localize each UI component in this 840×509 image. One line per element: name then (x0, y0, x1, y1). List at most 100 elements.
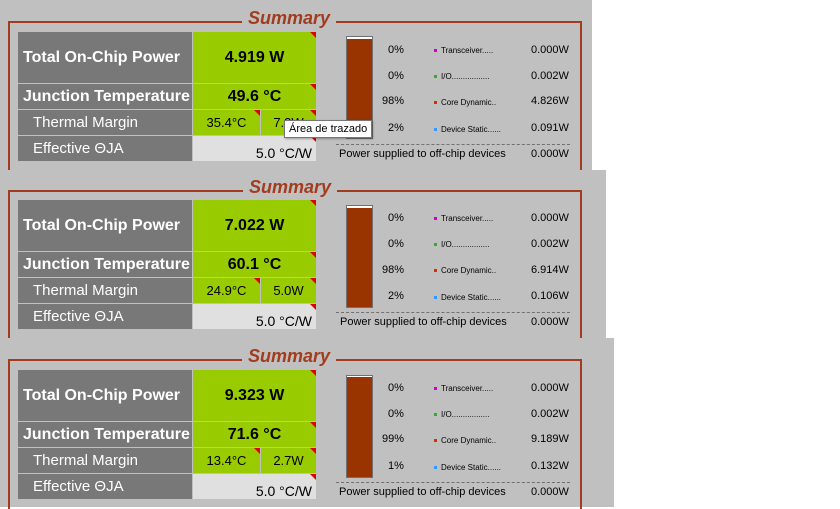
transceiver-legend: Transceiver..... (434, 384, 493, 393)
power-bar-chart[interactable] (346, 375, 373, 478)
divider (336, 312, 570, 313)
core-dynamic-percent: 98% (382, 264, 405, 276)
theta-ja-label: Effective ΘJA (18, 136, 192, 161)
core-dynamic-legend: Core Dynamic.. (434, 266, 496, 275)
core-dynamic-legend: Core Dynamic.. (434, 436, 496, 445)
offchip-label: Power supplied to off-chip devices (340, 316, 507, 328)
thermal-margin-celsius[interactable]: 24.9°C (193, 278, 260, 303)
core-dynamic-legend-label: Core Dynamic.. (441, 436, 497, 445)
core-dynamic-swatch (434, 439, 437, 443)
core-dynamic-percent: 99% (382, 433, 405, 445)
transceiver-percent: 0% (388, 44, 404, 56)
io-legend: I/O................. (434, 240, 489, 249)
thermal-margin-celsius[interactable]: 13.4°C (193, 448, 260, 473)
io-watts: 0.002W (531, 70, 569, 82)
device-static-swatch (434, 466, 437, 470)
total-power-label: Total On-Chip Power (18, 370, 192, 421)
junction-temp-value[interactable]: 49.6 °C (193, 84, 316, 109)
total-power-label: Total On-Chip Power (18, 32, 192, 83)
transceiver-legend-label: Transceiver..... (441, 384, 494, 393)
device-static-legend-label: Device Static...... (441, 463, 502, 472)
thermal-margin-label: Thermal Margin (18, 448, 192, 473)
junction-temp-label: Junction Temperature (18, 422, 192, 447)
theta-ja-value[interactable]: 5.0 °C/W (193, 474, 316, 499)
core-dynamic-swatch (434, 101, 437, 105)
transceiver-legend-label: Transceiver..... (441, 214, 494, 223)
transceiver-swatch (434, 217, 437, 221)
device-static-legend-label: Device Static...... (441, 125, 502, 134)
theta-ja-label: Effective ΘJA (18, 474, 192, 499)
junction-temp-value[interactable]: 60.1 °C (193, 252, 316, 277)
total-power-value[interactable]: 4.919 W (193, 32, 316, 83)
junction-temp-value[interactable]: 71.6 °C (193, 422, 316, 447)
transceiver-watts: 0.000W (531, 212, 569, 224)
thermal-margin-label: Thermal Margin (18, 110, 192, 135)
thermal-margin-watts[interactable]: 2.7W (261, 448, 316, 473)
panel-title: Summary (242, 347, 337, 365)
core-dynamic-legend-label: Core Dynamic.. (441, 266, 497, 275)
io-percent: 0% (388, 408, 404, 420)
transceiver-swatch (434, 387, 437, 391)
summary-panel-3: Summary Total On-Chip Power 9.323 W Junc… (0, 338, 614, 509)
io-percent: 0% (388, 70, 404, 82)
io-legend: I/O................. (434, 72, 489, 81)
device-static-percent: 2% (388, 290, 404, 302)
core-dynamic-legend-label: Core Dynamic.. (441, 98, 497, 107)
io-watts: 0.002W (531, 408, 569, 420)
core-dynamic-percent: 98% (382, 95, 405, 107)
summary-panel-1: Summary Total On-Chip Power 4.919 W Junc… (0, 0, 592, 174)
transceiver-legend: Transceiver..... (434, 46, 493, 55)
device-static-watts: 0.106W (531, 290, 569, 302)
junction-temp-label: Junction Temperature (18, 252, 192, 277)
theta-ja-value[interactable]: 5.0 °C/W (193, 304, 316, 329)
total-power-value[interactable]: 9.323 W (193, 370, 316, 421)
offchip-label: Power supplied to off-chip devices (339, 486, 506, 498)
device-static-legend: Device Static...... (434, 125, 501, 134)
transceiver-legend: Transceiver..... (434, 214, 493, 223)
total-power-label: Total On-Chip Power (18, 200, 192, 251)
device-static-legend-label: Device Static...... (441, 293, 502, 302)
junction-temp-label: Junction Temperature (18, 84, 192, 109)
transceiver-watts: 0.000W (531, 44, 569, 56)
core-dynamic-bar (347, 208, 372, 307)
device-static-percent: 2% (388, 122, 404, 134)
io-swatch (434, 243, 437, 247)
theta-ja-label: Effective ΘJA (18, 304, 192, 329)
device-static-watts: 0.132W (531, 460, 569, 472)
divider (336, 482, 570, 483)
total-power-value[interactable]: 7.022 W (193, 200, 316, 251)
device-static-legend: Device Static...... (434, 293, 501, 302)
core-dynamic-watts: 6.914W (531, 264, 569, 276)
core-dynamic-bar (347, 377, 372, 477)
io-legend-label: I/O................. (441, 240, 490, 249)
device-static-watts: 0.091W (531, 122, 569, 134)
divider (336, 144, 570, 145)
io-legend-label: I/O................. (441, 72, 490, 81)
io-legend-label: I/O................. (441, 410, 490, 419)
summary-panel-2: Summary Total On-Chip Power 7.022 W Junc… (0, 170, 606, 340)
transceiver-percent: 0% (388, 382, 404, 394)
theta-ja-value[interactable]: 5.0 °C/W (193, 136, 316, 161)
panel-title: Summary (243, 178, 338, 196)
core-dynamic-legend: Core Dynamic.. (434, 98, 496, 107)
core-dynamic-swatch (434, 269, 437, 273)
power-bar-chart[interactable] (346, 205, 373, 308)
thermal-margin-watts[interactable]: 5.0W (261, 278, 316, 303)
io-watts: 0.002W (531, 238, 569, 250)
core-dynamic-watts: 4.826W (531, 95, 569, 107)
panel-title: Summary (242, 9, 337, 27)
thermal-margin-celsius[interactable]: 35.4°C (193, 110, 260, 135)
io-percent: 0% (388, 238, 404, 250)
thermal-margin-label: Thermal Margin (18, 278, 192, 303)
transceiver-percent: 0% (388, 212, 404, 224)
device-static-swatch (434, 128, 437, 132)
offchip-watts: 0.000W (531, 148, 569, 160)
io-swatch (434, 413, 437, 417)
transceiver-legend-label: Transceiver..... (441, 46, 494, 55)
io-legend: I/O................. (434, 410, 489, 419)
offchip-label: Power supplied to off-chip devices (339, 148, 506, 160)
offchip-watts: 0.000W (531, 316, 569, 328)
transceiver-swatch (434, 49, 437, 53)
transceiver-watts: 0.000W (531, 382, 569, 394)
device-static-legend: Device Static...... (434, 463, 501, 472)
